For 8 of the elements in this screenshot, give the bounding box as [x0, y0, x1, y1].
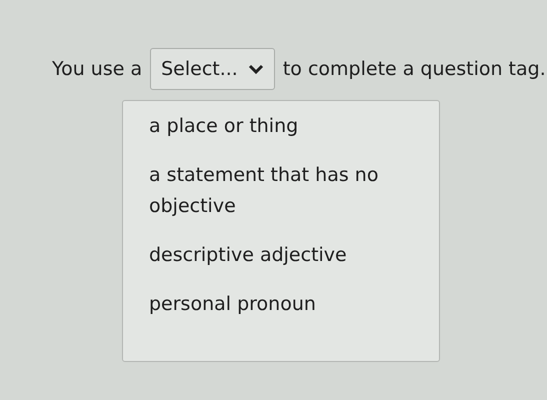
sentence-text: You use a	[52, 58, 142, 80]
dropdown-option[interactable]: personal pronoun	[145, 289, 403, 320]
dropdown-option[interactable]: a place or thing	[145, 111, 403, 142]
dropdown-option[interactable]: descriptive adjective	[145, 240, 403, 271]
select-dropdown[interactable]: Select...	[150, 48, 275, 90]
chevron-down-icon	[248, 63, 264, 75]
dropdown-option[interactable]: a statement that has no objective	[145, 160, 403, 222]
sentence-text: to complete a question tag.	[282, 58, 546, 80]
